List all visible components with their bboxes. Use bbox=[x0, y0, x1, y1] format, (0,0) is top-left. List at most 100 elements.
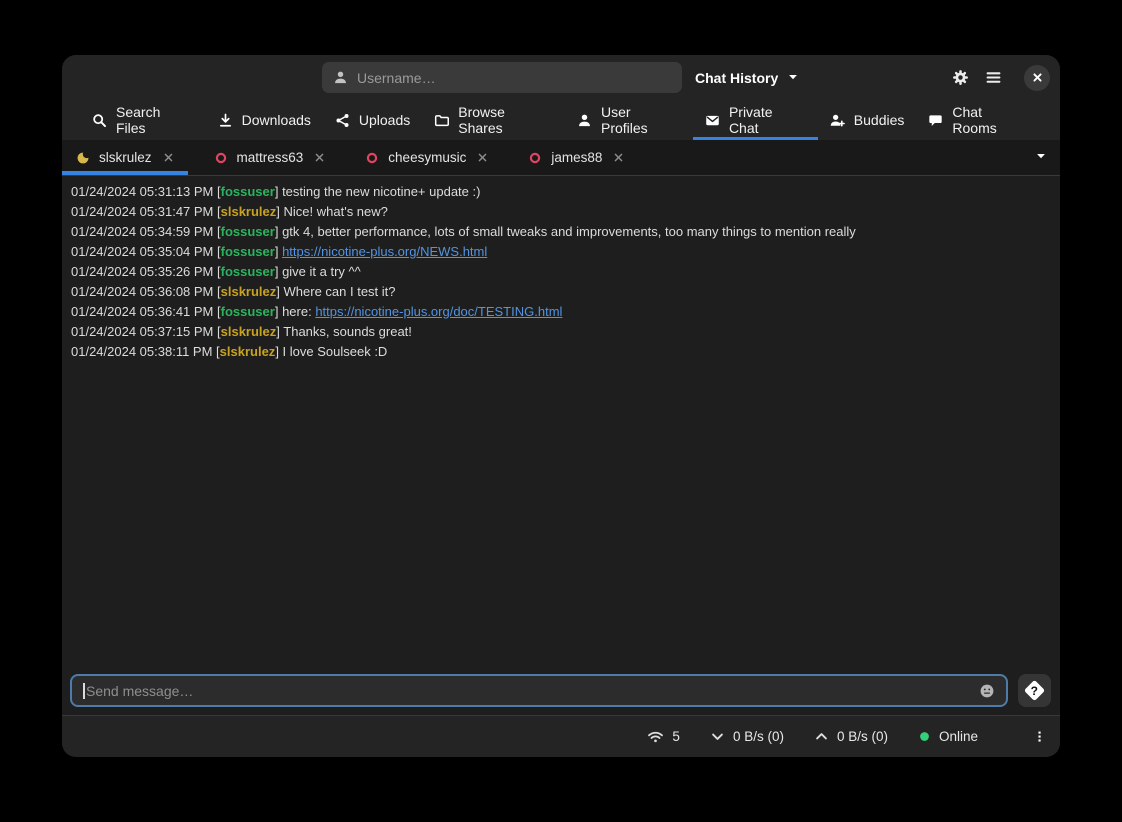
chat-tabs: slskrulez mattress63 cheesymusic james88 bbox=[62, 140, 650, 175]
message-username: fossuser bbox=[221, 224, 275, 239]
chat-history-label: Chat History bbox=[695, 70, 778, 86]
message-timestamp: 01/24/2024 05:37:15 PM [ bbox=[71, 324, 221, 339]
kebab-menu-icon[interactable] bbox=[1032, 729, 1047, 744]
tab-label: Buddies bbox=[854, 112, 905, 128]
close-tab-icon[interactable] bbox=[613, 152, 624, 163]
chat-tab-cheesymusic[interactable]: cheesymusic bbox=[351, 140, 502, 175]
text-caret bbox=[83, 683, 85, 699]
chevron-down-icon bbox=[1035, 149, 1047, 167]
message-text: I love Soulseek :D bbox=[283, 344, 388, 359]
message-username: slskrulez bbox=[220, 344, 276, 359]
chat-message: 01/24/2024 05:37:15 PM [slskrulez] Thank… bbox=[71, 322, 1060, 342]
gear-icon[interactable] bbox=[952, 69, 969, 86]
chat-tab-label: mattress63 bbox=[237, 150, 304, 165]
message-username: fossuser bbox=[221, 304, 275, 319]
chat-command-help-button[interactable]: ? bbox=[1018, 674, 1051, 707]
close-icon bbox=[1031, 71, 1044, 84]
search-icon bbox=[92, 113, 107, 128]
chat-tab-mattress63[interactable]: mattress63 bbox=[200, 140, 340, 175]
close-tab-icon[interactable] bbox=[314, 152, 325, 163]
main-tab-bar: Search Files Downloads Uploads Browse Share… bbox=[62, 100, 1060, 140]
message-timestamp: 01/24/2024 05:38:11 PM [ bbox=[71, 344, 220, 359]
message-text: Nice! what's new? bbox=[284, 204, 388, 219]
emoji-icon[interactable] bbox=[979, 683, 995, 699]
chat-message: 01/24/2024 05:36:08 PM [slskrulez] Where… bbox=[71, 282, 1060, 302]
chat-tab-label: cheesymusic bbox=[388, 150, 466, 165]
tab-label: Browse Shares bbox=[458, 104, 553, 136]
message-timestamp: 01/24/2024 05:36:08 PM [ bbox=[71, 284, 221, 299]
close-button[interactable] bbox=[1024, 65, 1050, 91]
away-status-icon bbox=[76, 151, 90, 165]
close-tab-icon[interactable] bbox=[163, 152, 174, 163]
username-input[interactable]: Username… bbox=[322, 62, 682, 93]
tab-label: User Profiles bbox=[601, 104, 681, 136]
chat-tab-slskrulez[interactable]: slskrulez bbox=[62, 140, 188, 175]
download-icon bbox=[218, 113, 233, 128]
message-text: gtk 4, better performance, lots of small… bbox=[282, 224, 856, 239]
message-link[interactable]: https://nicotine-plus.org/doc/TESTING.ht… bbox=[315, 304, 562, 319]
nicotine-plus-window: Username… Chat History Search Files Downl… bbox=[62, 55, 1060, 757]
composer-row: Send message… ? bbox=[62, 668, 1060, 715]
chat-message: 01/24/2024 05:36:41 PM [fossuser] here: … bbox=[71, 302, 1060, 322]
tab-uploads[interactable]: Uploads bbox=[323, 100, 422, 140]
close-tab-icon[interactable] bbox=[477, 152, 488, 163]
tab-buddies[interactable]: Buddies bbox=[818, 100, 917, 140]
message-username: fossuser bbox=[221, 264, 275, 279]
tab-downloads[interactable]: Downloads bbox=[206, 100, 323, 140]
message-text: Thanks, sounds great! bbox=[283, 324, 412, 339]
online-status-label: Online bbox=[939, 729, 978, 744]
wifi-icon bbox=[647, 728, 664, 745]
person-icon bbox=[577, 113, 592, 128]
chat-message: 01/24/2024 05:35:26 PM [fossuser] give i… bbox=[71, 262, 1060, 282]
message-text: here: bbox=[282, 304, 315, 319]
message-timestamp: 01/24/2024 05:31:47 PM [ bbox=[71, 204, 221, 219]
tab-private-chat[interactable]: Private Chat bbox=[693, 100, 818, 140]
message-timestamp: 01/24/2024 05:35:04 PM [ bbox=[71, 244, 221, 259]
tab-label: Search Files bbox=[116, 104, 194, 136]
message-text: give it a try ^^ bbox=[282, 264, 361, 279]
tab-list-dropdown[interactable] bbox=[1022, 140, 1060, 175]
chat-tab-label: james88 bbox=[551, 150, 602, 165]
message-link[interactable]: https://nicotine-plus.org/NEWS.html bbox=[282, 244, 487, 259]
message-timestamp: 01/24/2024 05:35:26 PM [ bbox=[71, 264, 221, 279]
online-dot-icon bbox=[918, 730, 931, 743]
message-timestamp: 01/24/2024 05:34:59 PM [ bbox=[71, 224, 221, 239]
message-placeholder: Send message… bbox=[86, 683, 193, 699]
share-icon bbox=[335, 113, 350, 128]
username-placeholder: Username… bbox=[357, 70, 436, 86]
message-input[interactable]: Send message… bbox=[70, 674, 1008, 707]
chat-history-dropdown[interactable]: Chat History bbox=[695, 70, 799, 86]
chat-message: 01/24/2024 05:38:11 PM [slskrulez] I lov… bbox=[71, 342, 1060, 362]
tab-label: Downloads bbox=[242, 112, 311, 128]
chat-log[interactable]: 01/24/2024 05:31:13 PM [fossuser] testin… bbox=[62, 176, 1060, 668]
message-timestamp: 01/24/2024 05:31:13 PM [ bbox=[71, 184, 221, 199]
folder-icon bbox=[434, 113, 449, 128]
tab-label: Uploads bbox=[359, 112, 410, 128]
tab-chat-rooms[interactable]: Chat Rooms bbox=[916, 100, 1042, 140]
tab-browse-shares[interactable]: Browse Shares bbox=[422, 100, 565, 140]
chat-message: 01/24/2024 05:31:47 PM [slskrulez] Nice!… bbox=[71, 202, 1060, 222]
header-bar: Username… Chat History bbox=[62, 55, 1060, 100]
hamburger-menu-icon[interactable] bbox=[985, 69, 1002, 86]
message-text: testing the new nicotine+ update :) bbox=[282, 184, 480, 199]
dropdown-arrow-icon bbox=[787, 70, 799, 86]
message-username: fossuser bbox=[221, 184, 275, 199]
message-text: Where can I test it? bbox=[284, 284, 396, 299]
tab-search-files[interactable]: Search Files bbox=[80, 100, 206, 140]
chat-tab-bar: slskrulez mattress63 cheesymusic james88 bbox=[62, 140, 1060, 176]
upload-stats[interactable]: 0 B/s (0) bbox=[814, 729, 888, 744]
offline-status-icon bbox=[528, 151, 542, 165]
download-stats[interactable]: 0 B/s (0) bbox=[710, 729, 784, 744]
connection-count: 5 bbox=[672, 729, 680, 744]
tab-user-profiles[interactable]: User Profiles bbox=[565, 100, 693, 140]
status-bar: 5 0 B/s (0) 0 B/s (0) Online bbox=[62, 715, 1060, 757]
chat-tab-james88[interactable]: james88 bbox=[514, 140, 638, 175]
offline-status-icon bbox=[365, 151, 379, 165]
tab-label: Private Chat bbox=[729, 104, 806, 136]
tab-label: Chat Rooms bbox=[952, 104, 1030, 136]
message-username: slskrulez bbox=[221, 284, 277, 299]
connection-stats[interactable]: 5 bbox=[647, 728, 680, 745]
person-icon bbox=[333, 70, 348, 85]
envelope-icon bbox=[705, 113, 720, 128]
online-status-toggle[interactable]: Online bbox=[918, 729, 978, 744]
